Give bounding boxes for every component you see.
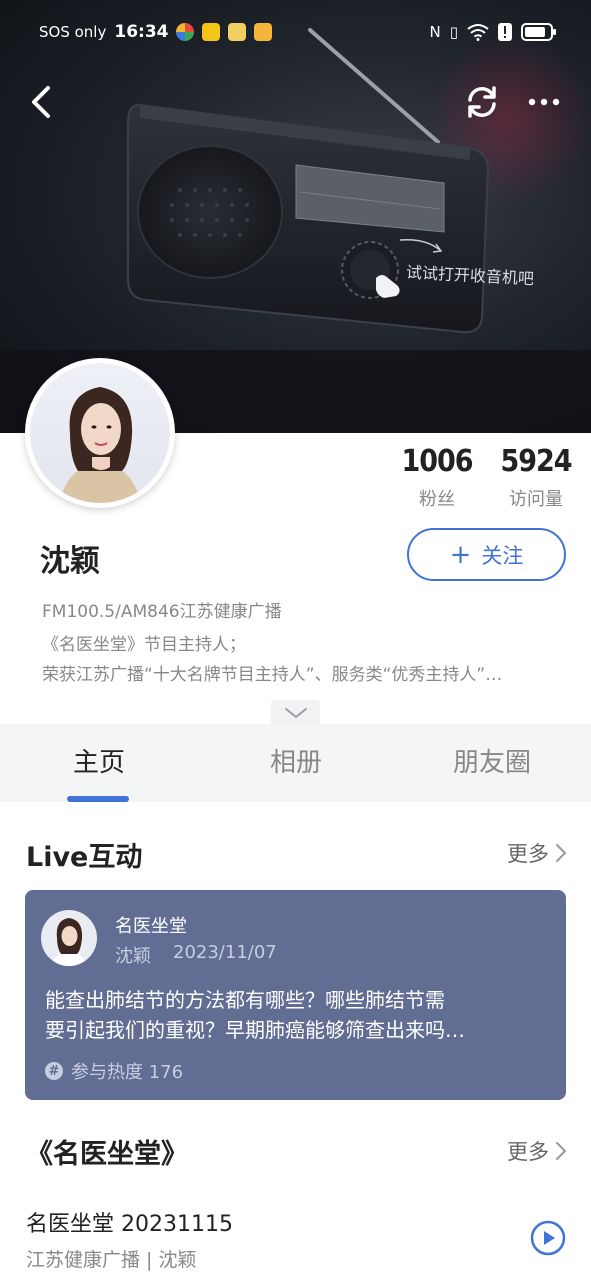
live-card-text-line: 能查出肺结节的方法都有哪些？哪些肺结节需 [45,988,445,1012]
app-notification-icon [176,23,195,41]
live-card-text: 能查出肺结节的方法都有哪些？哪些肺结节需 要引起我们的重视？早期肺癌能够筛查出来… [45,985,545,1045]
episode-title[interactable]: 名医坐堂 20231115 [26,1206,233,1238]
alert-icon [498,23,512,41]
profile-name: 沈颖 [40,544,100,579]
live-card-program: 名医坐堂 [115,916,187,937]
hashtag-icon: # [45,1062,63,1080]
active-tab-indicator [67,796,129,802]
live-more-link[interactable]: 更多 [507,838,567,868]
program-section-title: 《名医坐堂》 [26,1139,188,1170]
avatar-photo [30,363,170,503]
back-arrow-icon[interactable] [24,82,60,122]
follow-label: 关注 [481,543,524,568]
heat-label: 参与热度 176 [71,1062,184,1083]
play-icon[interactable] [530,1220,566,1256]
app-notification-icon [228,23,247,41]
chevron-down-icon [284,708,307,719]
battery-level [525,27,546,37]
tab-album[interactable]: 相册 [231,742,361,779]
nfc-icon: N [429,23,441,41]
app-notification-icon [254,23,273,41]
live-card-avatar [41,910,97,966]
vibrate-icon: ▯ [449,23,458,41]
chevron-right-icon [556,1142,567,1160]
live-card-text-line: 要引起我们的重视？早期肺癌能够筛查出来吗… [45,1018,465,1042]
episode-subtitle: 江苏健康广播 | 沈颖 [26,1249,197,1271]
live-card-meta: 沈颖 2023/11/07 [115,942,277,968]
expand-bio-button[interactable] [271,700,320,726]
live-card-heat: # 参与热度 176 [45,1058,183,1084]
visits-count: 5924 [500,444,572,479]
refresh-icon[interactable] [462,82,502,122]
live-card-author: 沈颖 [115,946,151,967]
chevron-right-icon [556,844,567,862]
fans-stat[interactable]: 1006 粉丝 [382,444,492,511]
bio-line: 荣获江苏广播“十大名牌节目主持人”、服务类“优秀主持人”… [42,665,503,685]
visits-stat[interactable]: 5924 访问量 [481,444,591,511]
more-label: 更多 [507,842,549,866]
live-section-title: Live互动 [26,842,143,873]
carrier-text: SOS only [39,23,107,41]
tab-moments[interactable]: 朋友圈 [427,742,557,779]
app-notification-icon [202,23,221,41]
battery-icon [521,23,556,41]
status-bar: SOS only 16:34 N ▯ [0,0,591,66]
live-card-date: 2023/11/07 [173,942,277,963]
profile-avatar[interactable] [25,358,175,508]
program-more-link[interactable]: 更多 [507,1136,567,1166]
bio-line: 《名医坐堂》节目主持人； [42,635,246,655]
fans-count: 1006 [401,444,473,479]
profile-bio: 《名医坐堂》节目主持人； 荣获江苏广播“十大名牌节目主持人”、服务类“优秀主持人… [42,630,564,690]
station-text: FM100.5/AM846江苏健康广播 [42,602,282,622]
more-options-icon[interactable] [526,88,562,116]
fans-label: 粉丝 [419,489,455,510]
plus-icon: + [449,539,472,570]
more-label: 更多 [507,1140,549,1164]
tab-bar: 主页 相册 朋友圈 [0,724,591,802]
tab-home[interactable]: 主页 [34,742,164,779]
wifi-icon [467,24,489,41]
live-card[interactable]: 名医坐堂 沈颖 2023/11/07 能查出肺结节的方法都有哪些？哪些肺结节需 … [25,890,566,1100]
visits-label: 访问量 [509,489,563,510]
clock: 16:34 [114,22,169,42]
follow-button[interactable]: + 关注 [407,528,566,581]
